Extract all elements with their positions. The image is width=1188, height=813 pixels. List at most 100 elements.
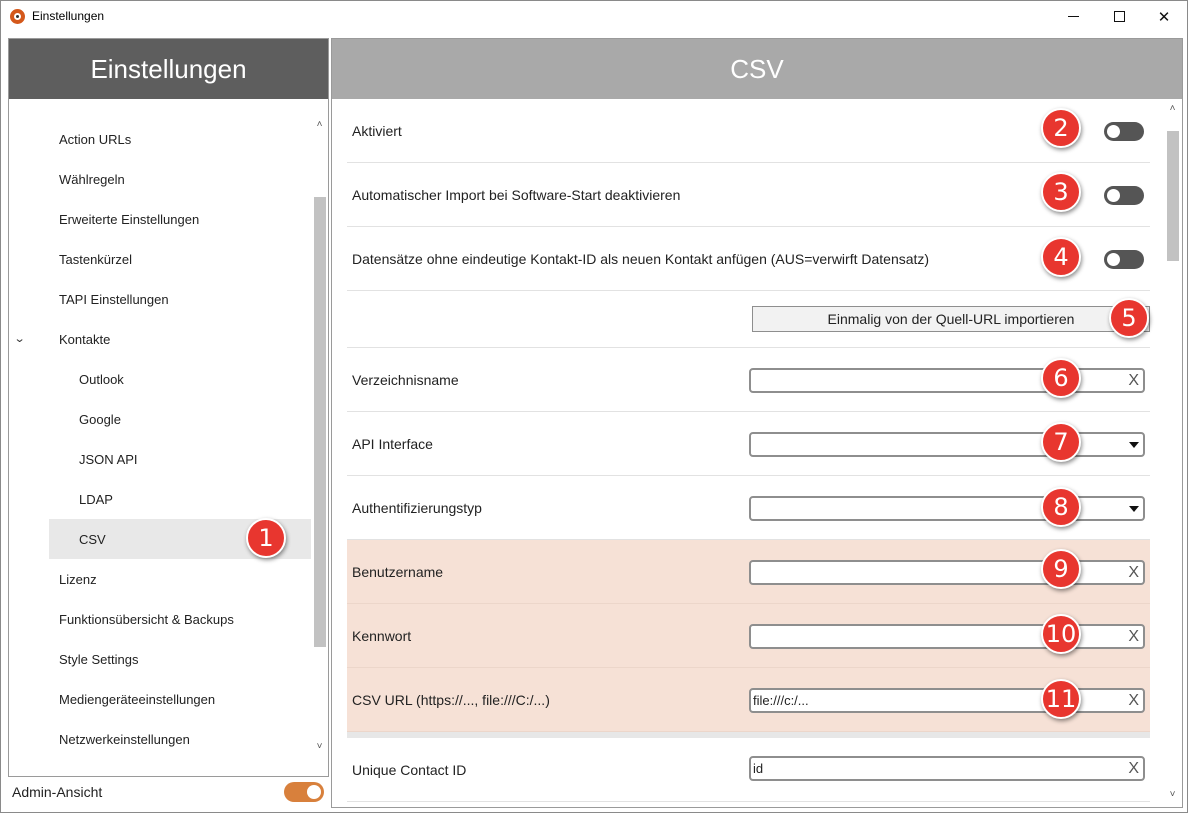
sidebar-item-kontakte[interactable]: ⌄ Kontakte	[9, 319, 311, 359]
import-once-button[interactable]: Einmalig von der Quell-URL importieren	[752, 306, 1150, 332]
sidebar-item-ldap[interactable]: LDAP	[9, 479, 311, 519]
callout-badge: 11	[1041, 679, 1081, 719]
setting-row-datensaetze: Datensätze ohne eindeutige Kontakt-ID al…	[347, 227, 1150, 291]
auto-import-toggle[interactable]	[1104, 186, 1144, 205]
scroll-down-icon[interactable]: ˅	[1164, 789, 1181, 805]
setting-row-csv-url: CSV URL (https://..., file:///C:/...) fi…	[347, 668, 1150, 732]
sidebar-item-mediengeraeteeinstellungen[interactable]: Mediengeräteeinstellungen	[9, 679, 311, 719]
setting-label: API Interface	[352, 436, 433, 452]
sidebar-item-label: TAPI Einstellungen	[59, 291, 169, 307]
setting-label: Datensätze ohne eindeutige Kontakt-ID al…	[352, 251, 930, 267]
setting-row-auth-typ: Authentifizierungstyp	[347, 476, 1150, 540]
clear-icon[interactable]: X	[1128, 690, 1139, 711]
auth-typ-select[interactable]	[749, 496, 1145, 521]
callout-badge: 8	[1041, 487, 1081, 527]
clear-icon[interactable]: X	[1128, 758, 1139, 779]
field-value: file:///c:/...	[753, 693, 809, 708]
sidebar-item-funktionsuebersicht[interactable]: Funktionsübersicht & Backups	[9, 599, 311, 639]
setting-label: Kennwort	[352, 628, 412, 644]
main-scroll-thumb[interactable]	[1167, 131, 1179, 261]
sidebar-item-action-urls[interactable]: Action URLs	[9, 119, 311, 159]
sidebar-item-label: Netzwerkeinstellungen	[59, 731, 190, 747]
sidebar-item-erweiterte-einstellungen[interactable]: Erweiterte Einstellungen	[9, 199, 311, 239]
api-interface-select[interactable]	[749, 432, 1145, 457]
callout-badge: 4	[1041, 237, 1081, 277]
sidebar-item-label: Outlook	[79, 371, 124, 387]
scroll-up-icon[interactable]: ˄	[312, 119, 327, 135]
maximize-button[interactable]	[1096, 1, 1142, 32]
datensaetze-toggle[interactable]	[1104, 250, 1144, 269]
sidebar-item-label: Action URLs	[59, 131, 132, 147]
setting-label: CSV URL (https://..., file:///C:/...)	[352, 692, 550, 708]
sidebar-item-label: LDAP	[79, 491, 113, 507]
admin-view-toggle[interactable]	[284, 782, 324, 802]
verzeichnisname-input[interactable]: X	[749, 368, 1145, 393]
window-title: Einstellungen	[32, 9, 105, 23]
setting-label: Aktiviert	[352, 123, 402, 139]
close-icon: ✕	[1157, 8, 1171, 26]
unique-id-input[interactable]: id X	[749, 756, 1145, 781]
app-logo-icon	[10, 9, 25, 24]
minimize-button[interactable]	[1050, 1, 1096, 32]
aktiviert-toggle[interactable]	[1104, 122, 1144, 141]
setting-row-unique-id: Unique Contact ID id X	[347, 738, 1150, 802]
callout-badge: 7	[1041, 422, 1081, 462]
sidebar-item-lizenz[interactable]: Lizenz	[9, 559, 311, 599]
callout-badge: 9	[1041, 549, 1081, 589]
callout-badge: 1	[246, 518, 286, 558]
callout-badge: 5	[1109, 298, 1149, 338]
sidebar-item-label: JSON API	[79, 451, 138, 467]
close-button[interactable]: ✕	[1141, 1, 1187, 32]
setting-label: Authentifizierungstyp	[352, 500, 482, 516]
sidebar-item-label: Lizenz	[59, 571, 97, 587]
minimize-icon	[1067, 16, 1079, 17]
scroll-up-icon[interactable]: ˄	[1164, 103, 1181, 119]
sidebar-item-label: Tastenkürzel	[59, 251, 132, 267]
sidebar-item-style-settings[interactable]: Style Settings	[9, 639, 311, 679]
sidebar-item-tapi-einstellungen[interactable]: TAPI Einstellungen	[9, 279, 311, 319]
sidebar-item-label: Erweiterte Einstellungen	[59, 211, 200, 227]
clear-icon[interactable]: X	[1128, 626, 1139, 647]
sidebar-item-label: Style Settings	[59, 651, 139, 667]
chevron-down-icon[interactable]: ⌄	[14, 332, 26, 345]
admin-view-label: Admin-Ansicht	[12, 784, 103, 800]
sidebar-item-waehlregeln[interactable]: Wählregeln	[9, 159, 311, 199]
kennwort-input[interactable]: X	[749, 624, 1145, 649]
setting-label: Automatischer Import bei Software-Start …	[352, 187, 681, 203]
sidebar-header: Einstellungen	[9, 39, 328, 99]
sidebar-item-label: Wählregeln	[59, 171, 125, 187]
csv-url-input[interactable]: file:///c:/... X	[749, 688, 1145, 713]
clear-icon[interactable]: X	[1128, 562, 1139, 583]
sidebar-item-json-api[interactable]: JSON API	[9, 439, 311, 479]
sidebar-item-label: Kontakte	[59, 331, 111, 347]
clear-icon[interactable]: X	[1128, 370, 1139, 391]
sidebar-scrollbar[interactable]: ˄ ˅	[312, 119, 327, 774]
setting-row-auto-import: Automatischer Import bei Software-Start …	[347, 163, 1150, 227]
title-bar: Einstellungen ✕	[1, 1, 1187, 32]
sidebar-item-label: Google	[79, 411, 121, 427]
settings-window: Einstellungen ✕ Einstellungen Action URL…	[0, 0, 1188, 813]
sidebar-item-label: Funktionsübersicht & Backups	[59, 611, 234, 627]
field-value: id	[753, 761, 764, 776]
setting-row-kennwort: Kennwort X	[347, 604, 1150, 668]
main-scrollbar[interactable]: ˄ ˅	[1164, 101, 1181, 807]
sidebar-item-google[interactable]: Google	[9, 399, 311, 439]
sidebar-item-netzwerkeinstellungen[interactable]: Netzwerkeinstellungen	[9, 719, 311, 759]
setting-row-api-interface: API Interface	[347, 412, 1150, 476]
callout-badge: 2	[1041, 108, 1081, 148]
setting-row-import: Einmalig von der Quell-URL importieren	[347, 291, 1150, 348]
scroll-down-icon[interactable]: ˅	[312, 741, 327, 757]
dropdown-caret-icon	[1129, 442, 1139, 448]
sidebar-item-tastenkuerzel[interactable]: Tastenkürzel	[9, 239, 311, 279]
sidebar-item-outlook[interactable]: Outlook	[9, 359, 311, 399]
callout-badge: 3	[1041, 172, 1081, 212]
admin-view-row: Admin-Ansicht	[1, 778, 331, 808]
page-title: CSV	[332, 39, 1182, 99]
callout-badge: 6	[1041, 358, 1081, 398]
settings-list: Aktiviert Automatischer Import bei Softw…	[347, 99, 1150, 802]
sidebar-scroll-thumb[interactable]	[314, 197, 326, 647]
callout-badge: 10	[1041, 614, 1081, 654]
setting-row-benutzername: Benutzername X	[347, 540, 1150, 604]
setting-label: Unique Contact ID	[352, 762, 467, 778]
benutzername-input[interactable]: X	[749, 560, 1145, 585]
